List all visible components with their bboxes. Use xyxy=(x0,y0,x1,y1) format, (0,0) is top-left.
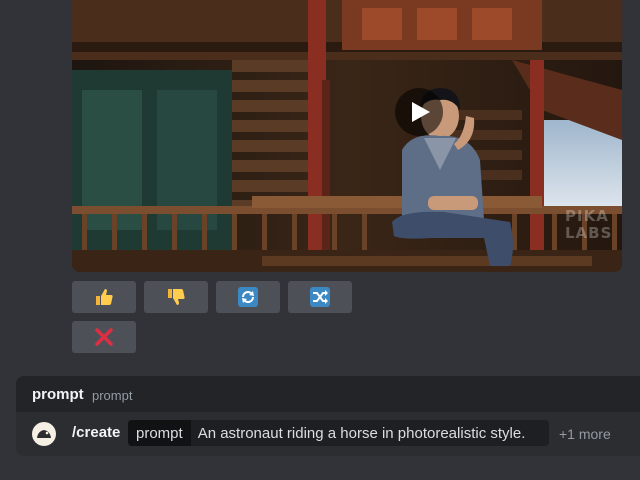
command-title: prompt xyxy=(32,386,84,403)
watermark: PIKA LABS xyxy=(565,208,612,242)
play-button[interactable] xyxy=(395,88,443,136)
command-description: prompt xyxy=(92,388,133,403)
app-avatar xyxy=(32,422,56,446)
thumbs-down-button[interactable] xyxy=(144,281,208,313)
prompt-option[interactable]: prompt An astronaut riding a horse in ph… xyxy=(128,420,549,446)
regenerate-button[interactable] xyxy=(216,281,280,313)
option-name: prompt xyxy=(128,420,191,446)
slash-command[interactable]: /create xyxy=(72,424,120,441)
watermark-line-1: PIKA xyxy=(565,207,609,225)
app-logo-icon xyxy=(37,430,51,438)
cross-mark-icon xyxy=(95,328,113,346)
thumbs-down-icon xyxy=(168,289,185,305)
option-value: An astronaut riding a horse in photoreal… xyxy=(197,424,526,442)
watermark-line-2: LABS xyxy=(565,224,613,242)
thumbs-up-button[interactable] xyxy=(72,281,136,313)
video-attachment[interactable]: PIKA LABS xyxy=(72,0,622,272)
more-options[interactable]: +1 more xyxy=(559,426,611,442)
shuffle-icon xyxy=(310,287,330,307)
shuffle-button[interactable] xyxy=(288,281,352,313)
thumbs-up-icon xyxy=(96,289,113,305)
command-header: prompt prompt xyxy=(16,376,640,412)
refresh-icon xyxy=(238,287,258,307)
cancel-button[interactable] xyxy=(72,321,136,353)
video-thumbnail xyxy=(72,0,622,272)
play-icon xyxy=(412,102,430,122)
command-preview: prompt prompt /create prompt An astronau… xyxy=(16,376,640,456)
